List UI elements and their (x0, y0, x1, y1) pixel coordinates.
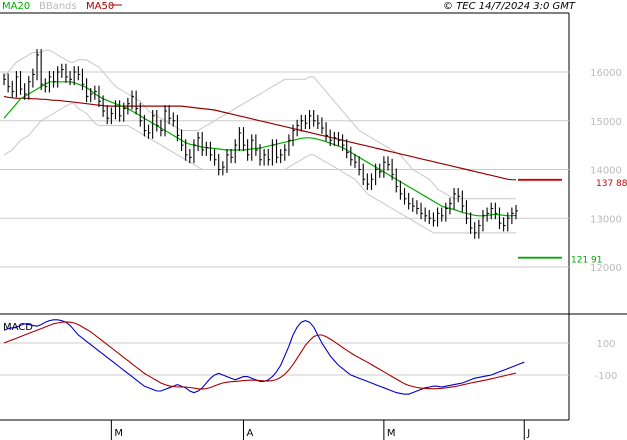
price-tick-label-2: 14000 (590, 166, 622, 177)
price-tick-label-1: 13000 (590, 214, 622, 225)
legend-bbands-label: BBands (39, 1, 77, 12)
macd-tick-label-0: 100 (596, 339, 615, 350)
copyright-text: © TEC 14/7/2024 3:0 GMT (443, 1, 576, 12)
month-label-3: J (526, 428, 530, 439)
price-tick-label-3: 15000 (590, 117, 622, 128)
legend-ma20-label: MA20 (2, 1, 30, 12)
chart-background (0, 0, 627, 440)
legend-ma50-label: MA50 (86, 1, 114, 12)
price-level-label-1: 121 91 (571, 256, 603, 266)
macd-tick-label-1: -100 (595, 371, 618, 382)
price-level-label-0: 137 88 (596, 179, 627, 189)
month-label-0: M (114, 428, 123, 439)
month-label-2: M (387, 428, 396, 439)
macd-title: MACD (3, 322, 33, 333)
stock-chart: MA20 BBands MA50 © TEC 14/7/2024 3:0 GMT… (0, 0, 627, 440)
month-label-1: A (246, 428, 253, 439)
price-tick-label-4: 16000 (590, 68, 622, 79)
